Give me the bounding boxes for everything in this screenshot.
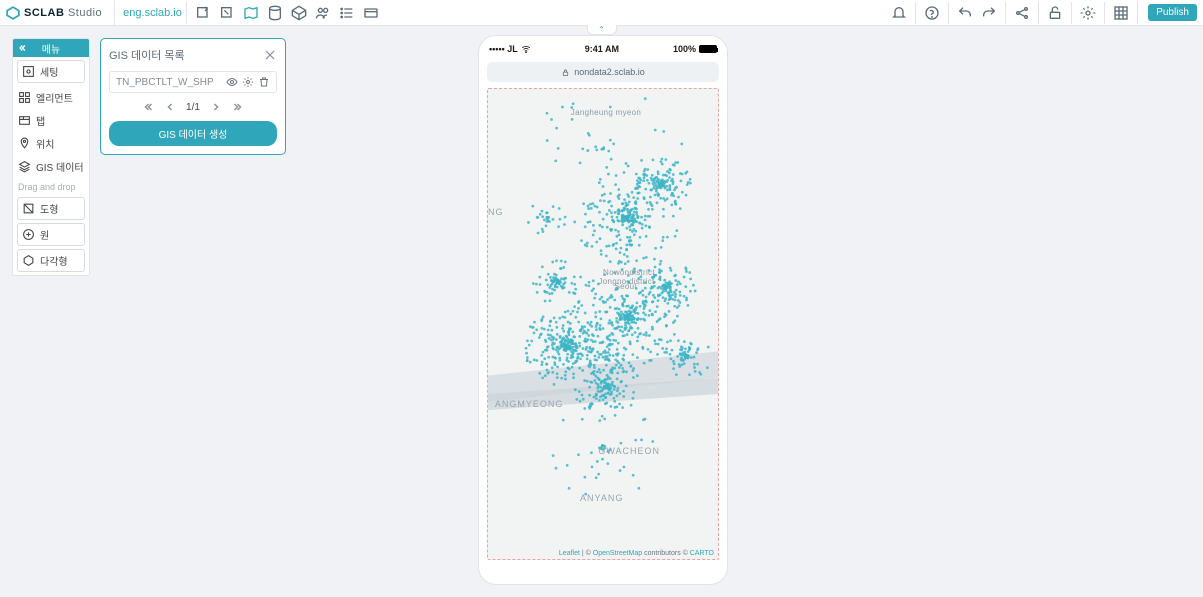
sidebar-item-label: 세팅 <box>40 64 58 79</box>
edit2-icon[interactable] <box>215 1 239 25</box>
circle-plus-icon <box>22 228 35 241</box>
map-city-label: Seoul <box>615 282 637 291</box>
polygon-icon <box>22 254 35 267</box>
generate-gis-button[interactable]: GIS 데이터 생성 <box>109 121 277 146</box>
map-city-label: ANGMYEONG <box>495 399 564 409</box>
expand-icon[interactable] <box>1109 1 1133 25</box>
redo-icon[interactable] <box>977 1 1001 25</box>
card-icon[interactable] <box>359 1 383 25</box>
sidebar-item-label: 원 <box>40 227 49 242</box>
sidebar-shape-generic[interactable]: 도형 <box>17 197 85 220</box>
sidebar-item-label: 도형 <box>40 201 58 216</box>
sidebar-item-label: 엘리먼트 <box>36 90 73 105</box>
drag-drop-label: Drag and drop <box>13 178 89 194</box>
last-page-icon[interactable] <box>232 101 244 113</box>
help-icon[interactable] <box>920 1 944 25</box>
shape-icon <box>22 202 35 215</box>
cube-icon[interactable] <box>287 1 311 25</box>
sidebar-item-location[interactable]: 위치 <box>13 132 89 155</box>
map-city-label: ANYANG <box>580 493 623 503</box>
side-menu: 메뉴 세팅 엘리먼트 탭 위치 GIS 데이터 Drag and drop 도형… <box>12 38 90 276</box>
side-menu-title: 메뉴 <box>42 41 60 56</box>
panel-title: GIS 데이터 목록 <box>109 47 185 63</box>
first-page-icon[interactable] <box>142 101 154 113</box>
wifi-icon <box>521 44 531 54</box>
sidebar-shape-circle[interactable]: 원 <box>17 223 85 246</box>
next-page-icon[interactable] <box>210 101 222 113</box>
sidebar-item-label: 위치 <box>36 136 54 151</box>
sidebar-shape-polygon[interactable]: 다각형 <box>17 249 85 272</box>
page-indicator: 1/1 <box>186 102 200 113</box>
right-tools: Publish <box>887 1 1197 25</box>
logo-text-sub: Studio <box>68 7 102 19</box>
tab-icon <box>18 114 31 127</box>
phone-preview: ••••• JL 9:41 AM 100% nondata2.sclab.io … <box>478 35 728 585</box>
sidebar-item-label: 탭 <box>36 113 45 128</box>
sidebar-item-label: 다각형 <box>40 253 68 268</box>
grid-icon <box>18 91 31 104</box>
map-city-label: Jangheung myeon <box>571 108 641 117</box>
bell-icon[interactable] <box>887 1 911 25</box>
gear-icon[interactable] <box>242 76 254 88</box>
app-logo: SCLAB Studio <box>6 6 102 20</box>
map-icon[interactable] <box>239 1 263 25</box>
pin-icon <box>18 137 31 150</box>
edit-icon[interactable] <box>191 1 215 25</box>
map-city-label: Nowondistrict <box>603 268 655 277</box>
battery-icon <box>699 45 717 53</box>
gis-points-layer <box>488 89 718 557</box>
map-viewport[interactable]: Jangheung myeonNGNowondistrictJongno dis… <box>487 88 719 560</box>
leaflet-link[interactable]: Leaflet <box>559 550 580 557</box>
gis-data-name: TN_PBCTLT_W_SHP <box>116 77 222 88</box>
database-icon[interactable] <box>263 1 287 25</box>
logo-text-main: SCLAB <box>24 7 64 19</box>
unlock-icon[interactable] <box>1043 1 1067 25</box>
edit-tools <box>191 1 383 25</box>
collapse-icon[interactable] <box>17 43 27 53</box>
prev-page-icon[interactable] <box>164 101 176 113</box>
url-text: nondata2.sclab.io <box>574 67 645 77</box>
sidebar-item-gis[interactable]: GIS 데이터 <box>13 155 89 178</box>
users-icon[interactable] <box>311 1 335 25</box>
top-toolbar: SCLAB Studio eng.sclab.io Publish <box>0 0 1203 26</box>
sidebar-item-settings[interactable]: 세팅 <box>17 60 85 83</box>
map-city-label: NG <box>488 207 504 217</box>
osm-link[interactable]: OpenStreetMap <box>593 550 642 557</box>
settings-icon[interactable] <box>1076 1 1100 25</box>
gis-data-row[interactable]: TN_PBCTLT_W_SHP <box>109 71 277 93</box>
map-attribution: Leaflet | © OpenStreetMap contributors ©… <box>559 550 714 557</box>
side-menu-header: 메뉴 <box>13 39 89 57</box>
layers-icon <box>18 160 31 173</box>
trash-icon[interactable] <box>258 76 270 88</box>
eye-icon[interactable] <box>226 76 238 88</box>
subdomain-label: eng.sclab.io <box>114 0 182 25</box>
share-icon[interactable] <box>1010 1 1034 25</box>
battery-label: 100% <box>673 44 696 54</box>
time-label: 9:41 AM <box>585 44 619 54</box>
map-city-label: GWACHEON <box>598 446 660 456</box>
list-icon[interactable] <box>335 1 359 25</box>
gis-data-panel: GIS 데이터 목록 TN_PBCTLT_W_SHP 1/1 GIS 데이터 생… <box>100 38 286 155</box>
canvas-tab-toggle[interactable]: ⌃ <box>587 25 617 35</box>
carrier-label: ••••• JL <box>489 44 518 54</box>
lock-icon <box>561 68 570 77</box>
url-bar[interactable]: nondata2.sclab.io <box>487 62 719 82</box>
phone-status-bar: ••••• JL 9:41 AM 100% <box>479 36 727 62</box>
carto-link[interactable]: CARTO <box>690 550 714 557</box>
sidebar-item-tab[interactable]: 탭 <box>13 109 89 132</box>
gear-frame-icon <box>22 65 35 78</box>
logo-icon <box>6 6 20 20</box>
sidebar-item-label: GIS 데이터 <box>36 159 84 174</box>
close-icon[interactable] <box>263 48 277 62</box>
undo-icon[interactable] <box>953 1 977 25</box>
pager: 1/1 <box>109 101 277 113</box>
sidebar-item-element[interactable]: 엘리먼트 <box>13 86 89 109</box>
publish-button[interactable]: Publish <box>1148 4 1197 21</box>
